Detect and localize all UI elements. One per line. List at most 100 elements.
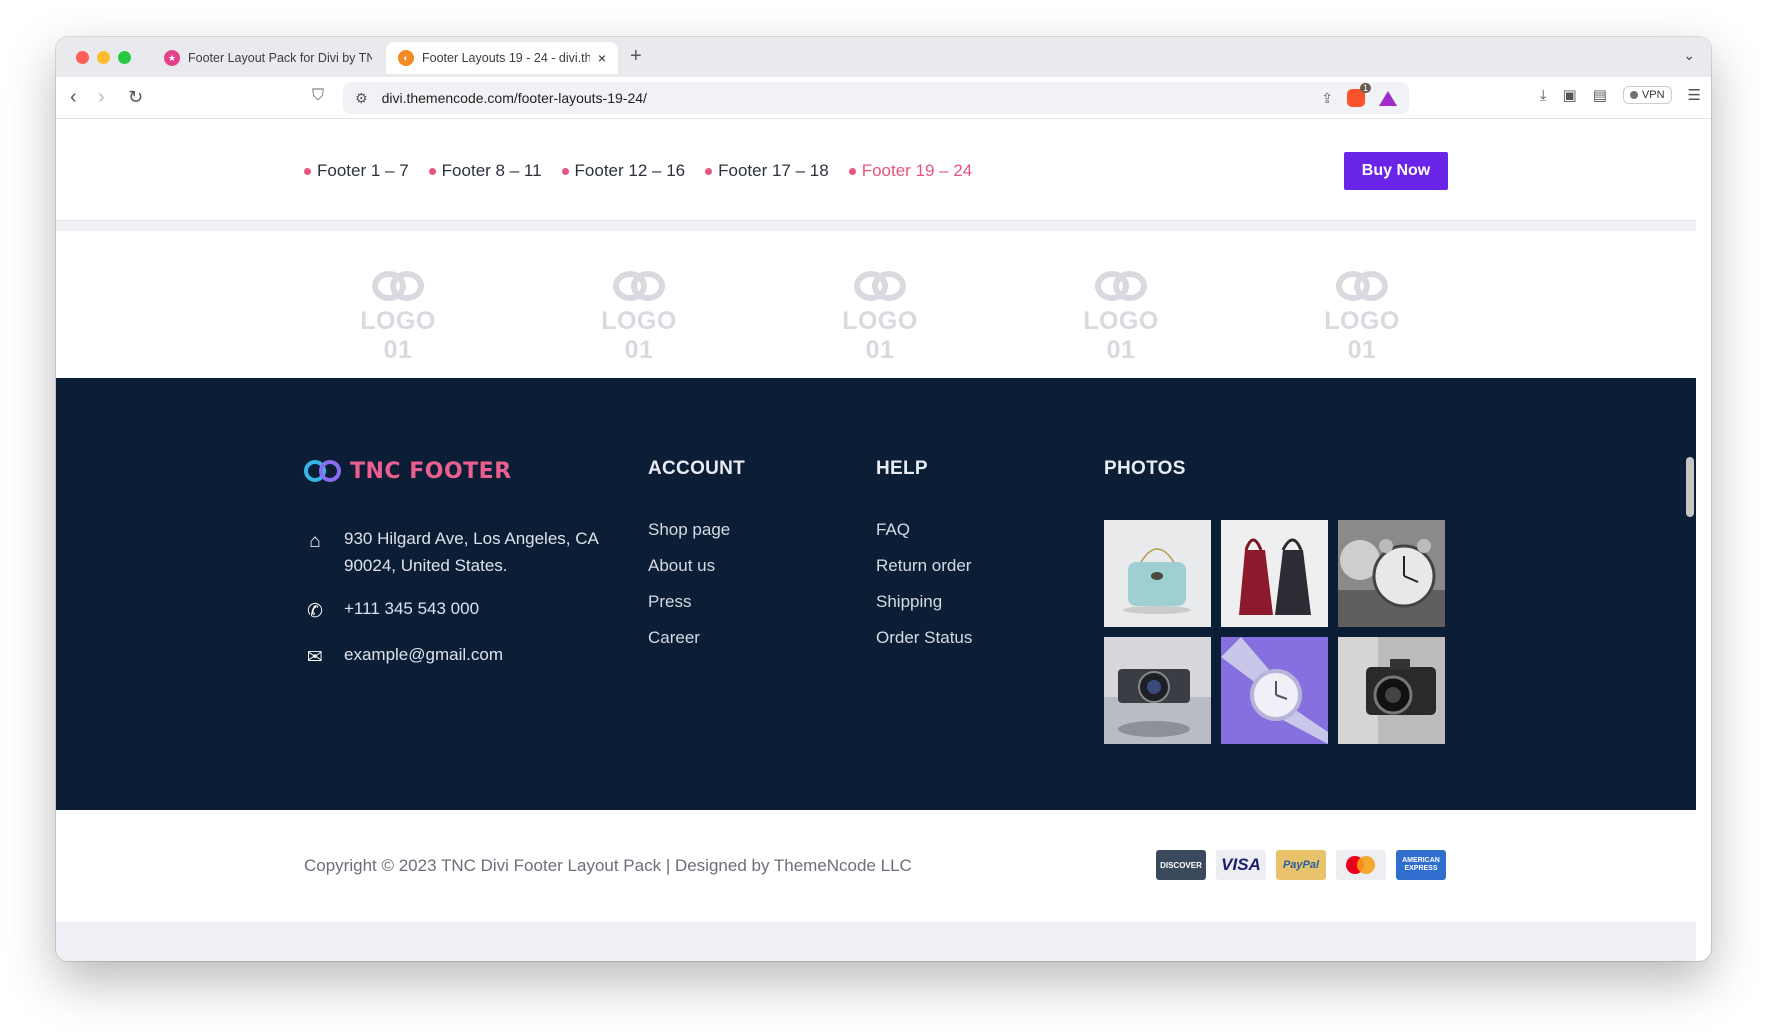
phone-row: ✆ +111 345 543 000 — [304, 595, 604, 625]
client-logo: LOGO 01 — [825, 271, 935, 365]
logo-rings-icon — [1332, 271, 1392, 301]
logo-rings-icon — [850, 271, 910, 301]
visa-card-icon: VISA — [1216, 850, 1266, 880]
forward-button[interactable]: › — [98, 86, 105, 109]
client-logo: LOGO 01 — [584, 271, 694, 365]
buy-now-button[interactable]: Buy Now — [1344, 152, 1448, 190]
bullet-icon — [428, 167, 436, 175]
footer-link-about-us[interactable]: About us — [648, 556, 745, 576]
shield-count-badge: 1 — [1359, 83, 1371, 93]
client-logo: LOGO 01 — [1307, 271, 1417, 365]
brave-rewards-icon[interactable] — [1379, 90, 1397, 106]
page-scrollbar[interactable] — [1686, 457, 1694, 517]
footer-link-order-status[interactable]: Order Status — [876, 628, 972, 648]
wallet-icon[interactable]: ▤ — [1593, 86, 1607, 104]
logo-rings-icon — [609, 271, 669, 301]
download-icon[interactable]: ⤓ — [1540, 87, 1547, 104]
payment-methods: DISCOVER VISA PayPal AMERICAN EXPRESS — [1156, 850, 1446, 880]
address-text: 930 Hilgard Ave, Los Angeles, CA 90024, … — [344, 529, 598, 575]
reload-button[interactable]: ↻ — [128, 87, 143, 108]
brave-shields-icon[interactable]: 1 — [1347, 83, 1371, 107]
nav-link-footer-8-11[interactable]: Footer 8 – 11 — [428, 161, 542, 181]
photos-column: PHOTOS — [1104, 458, 1445, 744]
footer-link-press[interactable]: Press — [648, 592, 745, 612]
vpn-button[interactable]: VPN — [1622, 86, 1672, 104]
chevron-down-icon[interactable]: ⌄ — [1683, 47, 1695, 64]
retro-camera-photo[interactable] — [1338, 637, 1445, 744]
vpn-label: VPN — [1641, 89, 1665, 101]
logo-text: LOGO 01 — [1324, 307, 1400, 364]
bullet-icon — [304, 167, 311, 175]
url-text[interactable]: divi.themencode.com/footer-layouts-19-24… — [382, 90, 1308, 106]
sidebar-icon[interactable]: ▣ — [1563, 86, 1577, 104]
site-settings-icon[interactable]: ⚙ — [355, 90, 368, 107]
tnc-logo-icon — [304, 458, 344, 484]
back-button[interactable]: ‹ — [70, 86, 77, 109]
bullet-icon — [705, 167, 713, 175]
layout-nav: Footer 1 – 7 Footer 8 – 11 Footer 12 – 1… — [56, 119, 1696, 221]
camera-photo[interactable] — [1104, 637, 1211, 744]
alarm-clocks-photo[interactable] — [1338, 520, 1445, 627]
nav-link-label: Footer 17 – 18 — [718, 161, 829, 180]
contact-info: ⌂ 930 Hilgard Ave, Los Angeles, CA 90024… — [304, 525, 604, 687]
email-row: ✉ example@gmail.com — [304, 641, 604, 671]
divi-favicon-icon: ◐ — [398, 50, 414, 66]
logo-strip: LOGO 01 LOGO 01 LOGO 01 LOGO 01 LOGO 01 — [56, 231, 1696, 378]
logo-text: LOGO 01 — [601, 307, 677, 364]
tab-footer-layout-pack[interactable]: ★ Footer Layout Pack for Divi by TNC — [152, 42, 384, 74]
minimize-window-button[interactable] — [97, 51, 110, 64]
bag-photo[interactable] — [1104, 520, 1211, 627]
brand-name: TNC FOOTER — [350, 458, 512, 484]
footer-brand[interactable]: TNC FOOTER — [304, 458, 512, 484]
new-tab-button[interactable]: + — [630, 45, 642, 68]
nav-link-label: Footer 1 – 7 — [317, 161, 409, 180]
logo-text: LOGO 01 — [842, 307, 918, 364]
footer-link-return-order[interactable]: Return order — [876, 556, 972, 576]
client-logo: LOGO 01 — [1066, 271, 1176, 365]
share-icon[interactable]: ⇪ — [1321, 90, 1333, 107]
address-row: ⌂ 930 Hilgard Ave, Los Angeles, CA 90024… — [304, 525, 604, 579]
divider-band — [56, 221, 1696, 231]
home-icon: ⌂ — [309, 531, 321, 552]
paypal-card-icon: PayPal — [1276, 850, 1326, 880]
footer-link-career[interactable]: Career — [648, 628, 745, 648]
help-column: HELP FAQ Return order Shipping Order Sta… — [876, 458, 972, 664]
logo-text: LOGO 01 — [1083, 307, 1159, 364]
phone-text[interactable]: +111 345 543 000 — [344, 595, 479, 625]
page-bottom — [56, 922, 1696, 961]
logo-text: LOGO 01 — [360, 307, 436, 364]
star-favicon-icon: ★ — [164, 50, 180, 66]
close-window-button[interactable] — [76, 51, 89, 64]
photos-heading: PHOTOS — [1104, 458, 1186, 479]
nav-link-footer-12-16[interactable]: Footer 12 – 16 — [561, 161, 685, 181]
nav-link-footer-17-18[interactable]: Footer 17 – 18 — [705, 161, 829, 181]
page-viewport: Footer 1 – 7 Footer 8 – 11 Footer 12 – 1… — [56, 119, 1696, 961]
email-text[interactable]: example@gmail.com — [344, 641, 503, 671]
bookmark-icon[interactable]: ⛉ — [312, 87, 324, 105]
mail-icon: ✉ — [307, 647, 323, 668]
phone-icon: ✆ — [307, 601, 323, 622]
photo-grid — [1104, 520, 1445, 744]
nav-link-label: Footer 8 – 11 — [441, 161, 542, 180]
footer-link-shop-page[interactable]: Shop page — [648, 520, 745, 540]
nav-link-label: Footer 19 – 24 — [861, 161, 973, 180]
bullet-icon — [848, 167, 856, 175]
address-bar[interactable]: ⚙ divi.themencode.com/footer-layouts-19-… — [343, 82, 1409, 114]
account-column: ACCOUNT Shop page About us Press Career — [648, 458, 745, 664]
menu-icon[interactable]: ☰ — [1688, 86, 1701, 104]
maximize-window-button[interactable] — [118, 51, 131, 64]
red-bags-photo[interactable] — [1221, 520, 1328, 627]
footer-layout-links: Footer 1 – 7 Footer 8 – 11 Footer 12 – 1… — [304, 161, 972, 181]
discover-card-icon: DISCOVER — [1156, 850, 1206, 880]
footer-link-faq[interactable]: FAQ — [876, 520, 972, 540]
nav-link-footer-19-24[interactable]: Footer 19 – 24 — [848, 161, 973, 181]
tab-footer-layouts-19-24[interactable]: ◐ Footer Layouts 19 - 24 - divi.themenco… — [386, 42, 618, 74]
copyright-bar: Copyright © 2023 TNC Divi Footer Layout … — [56, 810, 1696, 922]
watch-photo[interactable] — [1221, 637, 1328, 744]
vpn-status-icon — [1629, 91, 1638, 99]
close-tab-icon[interactable]: × — [598, 50, 606, 66]
footer-link-shipping[interactable]: Shipping — [876, 592, 972, 612]
nav-link-footer-1-7[interactable]: Footer 1 – 7 — [304, 161, 409, 181]
logo-rings-icon — [1091, 271, 1151, 301]
toolbar-actions: ⤓ ▣ ▤ VPN ☰ — [1540, 86, 1701, 104]
